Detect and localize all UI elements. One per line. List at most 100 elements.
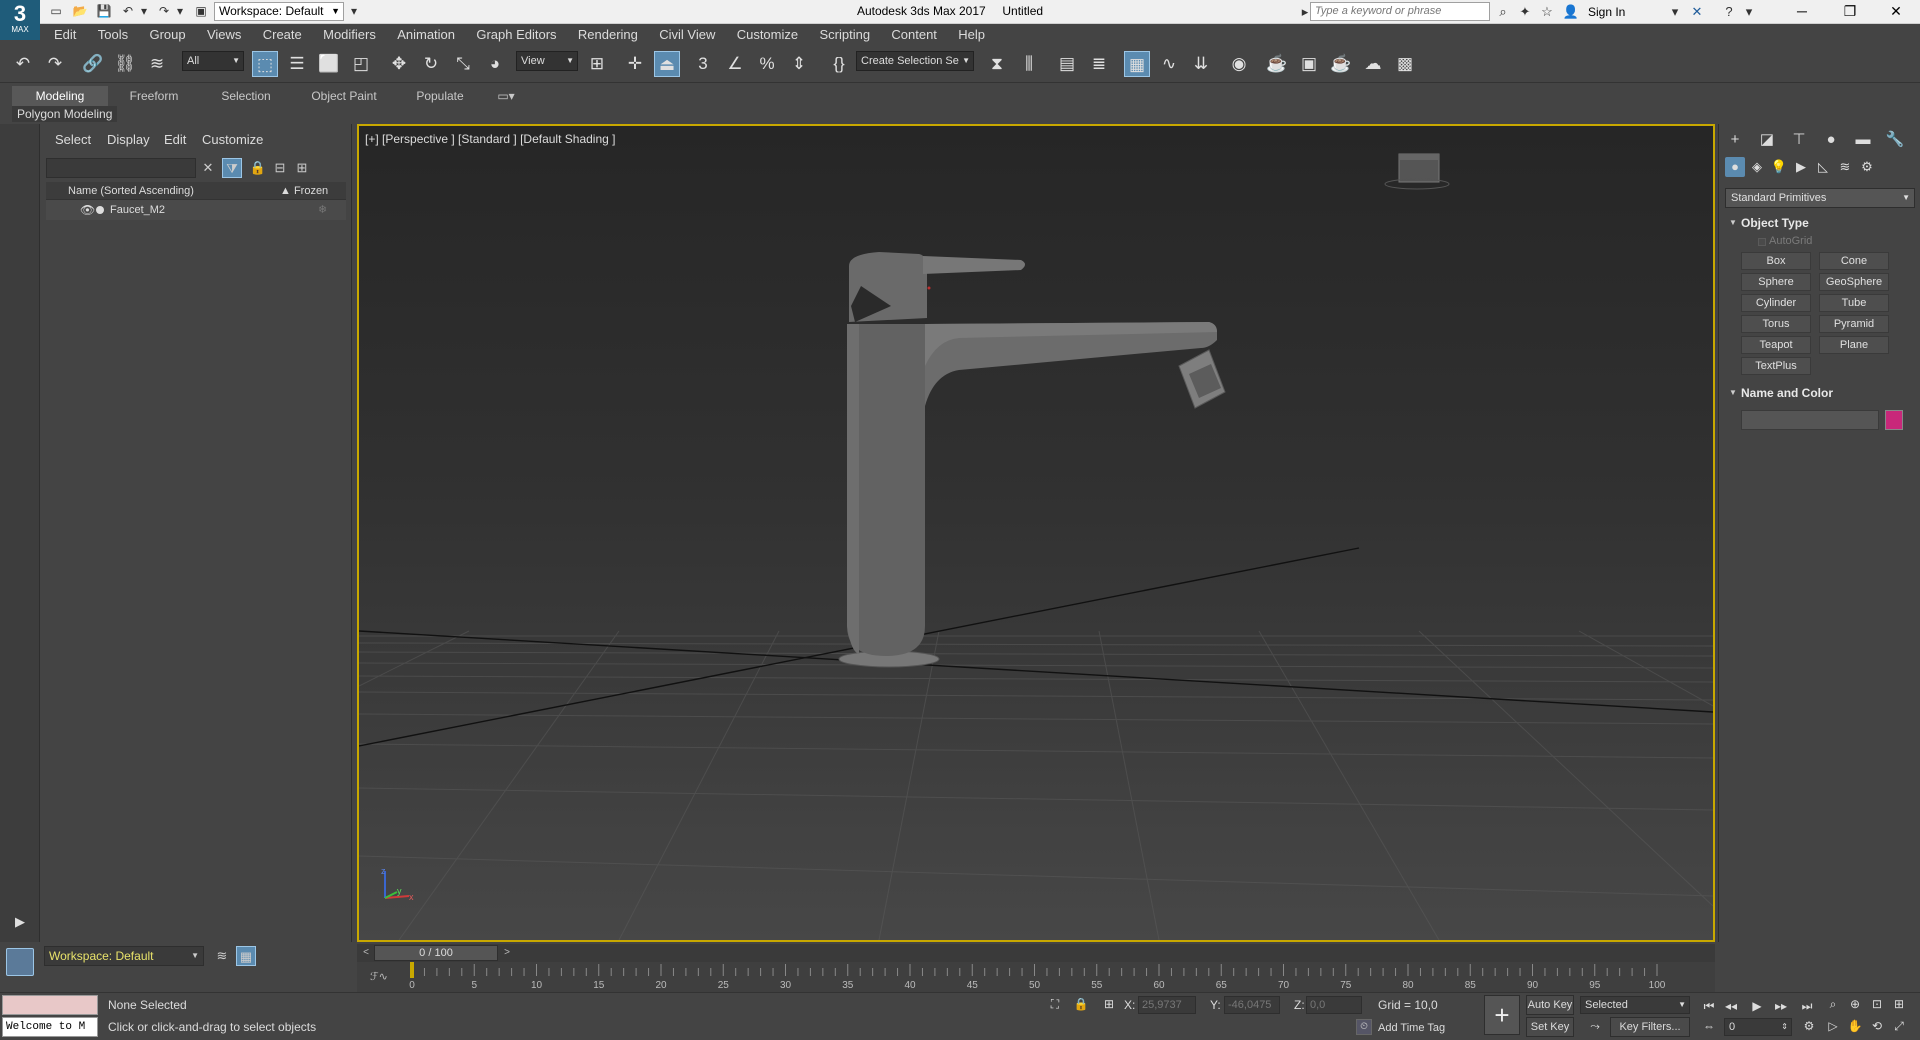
tube-button[interactable]: Tube xyxy=(1819,294,1889,312)
redo-icon[interactable]: ↷ xyxy=(156,4,172,19)
se-menu-select[interactable]: Select xyxy=(55,130,91,150)
edit-named-selection-icon[interactable]: {} xyxy=(826,51,852,77)
cylinder-button[interactable]: Cylinder xyxy=(1741,294,1811,312)
frozen-snowflake-icon[interactable]: ❄ xyxy=(318,200,327,220)
unlink-selection-icon[interactable]: ⛓ xyxy=(112,51,138,77)
selection-filter-dropdown[interactable]: All ▼ xyxy=(182,51,244,71)
menu-views[interactable]: Views xyxy=(198,24,250,46)
se-menu-customize[interactable]: Customize xyxy=(202,130,263,150)
pan-view-icon[interactable]: ✋ xyxy=(1846,1017,1864,1035)
angle-snap-icon[interactable]: ∠ xyxy=(722,51,748,77)
modify-tab-icon[interactable]: ◪ xyxy=(1755,128,1779,152)
autodesk-exchange-icon[interactable]: ✕ xyxy=(1688,3,1706,21)
search-input[interactable]: Type a keyword or phrase xyxy=(1310,2,1490,21)
new-scene-icon[interactable]: ▭ xyxy=(48,4,64,19)
autogrid-checkbox[interactable] xyxy=(1758,238,1766,246)
current-frame-marker[interactable] xyxy=(410,962,414,978)
help-icon[interactable]: ? xyxy=(1720,3,1738,21)
redo-icon[interactable]: ↷ xyxy=(42,51,68,77)
perspective-viewport[interactable]: [+] [Perspective ] [Standard ] [Default … xyxy=(357,124,1715,942)
time-configuration-icon[interactable]: ⚙ xyxy=(1800,1017,1818,1035)
scene-explorer-row[interactable]: 👁 Faucet_M2 ❄ xyxy=(46,200,346,220)
menu-animation[interactable]: Animation xyxy=(388,24,464,46)
maximize-viewport-icon[interactable]: ⤢ xyxy=(1890,1017,1908,1035)
application-menu-button[interactable]: 3 MAX xyxy=(0,0,40,40)
help-dropdown-icon[interactable]: ▾ xyxy=(1740,3,1758,21)
keyboard-shortcut-override-icon[interactable]: ⏏ xyxy=(654,51,680,77)
maxscript-mini-listener-top[interactable] xyxy=(2,995,98,1015)
column-frozen[interactable]: ▲ Frozen xyxy=(280,182,328,200)
set-keys-icon[interactable]: + xyxy=(1484,995,1520,1035)
auto-key-button[interactable]: Auto Key xyxy=(1526,995,1574,1015)
layer-icon[interactable]: ⊞ xyxy=(292,158,312,178)
field-of-view-icon[interactable]: ▷ xyxy=(1824,1017,1842,1035)
isolate-selection-icon[interactable]: ⛶ xyxy=(1046,995,1064,1013)
toggle-layer-explorer-icon[interactable]: ≣ xyxy=(1086,51,1112,77)
time-slider-thumb[interactable]: 0 / 100 xyxy=(374,945,498,961)
menu-edit[interactable]: Edit xyxy=(45,24,85,46)
previous-frame-icon[interactable]: ◂◂ xyxy=(1722,997,1740,1015)
shapes-category-icon[interactable]: ◈ xyxy=(1747,157,1767,177)
clear-search-icon[interactable]: ✕ xyxy=(198,158,218,178)
curve-editor-icon[interactable]: ∿ xyxy=(1156,51,1182,77)
select-object-icon[interactable]: ⬚ xyxy=(252,51,278,77)
manipulate-icon[interactable]: ✛ xyxy=(622,51,648,77)
zoom-extents-all-icon[interactable]: ⊞ xyxy=(1890,995,1908,1013)
go-to-end-icon[interactable]: ⏭ xyxy=(1798,997,1816,1015)
restore-button[interactable]: ❐ xyxy=(1828,0,1872,24)
pyramid-button[interactable]: Pyramid xyxy=(1819,315,1889,333)
create-tab-icon[interactable]: + xyxy=(1723,128,1747,152)
faucet-model[interactable] xyxy=(838,252,1226,668)
next-frame-icon[interactable]: ▸▸ xyxy=(1772,997,1790,1015)
ribbon-panel-polygon-modeling[interactable]: Polygon Modeling xyxy=(12,106,118,122)
z-coord-field[interactable]: 0,0 xyxy=(1306,996,1362,1014)
key-mode-dropdown[interactable]: Selected ▼ xyxy=(1580,996,1690,1014)
object-name-input[interactable] xyxy=(1741,410,1879,430)
ribbon-options-icon[interactable]: ▭▾ xyxy=(486,86,526,106)
close-button[interactable]: ✕ xyxy=(1874,0,1918,24)
time-tag-icon[interactable]: ⏲ xyxy=(1356,1019,1372,1035)
tab-object-paint[interactable]: Object Paint xyxy=(294,86,394,106)
object-color-swatch[interactable] xyxy=(1885,410,1903,430)
utilities-tab-icon[interactable]: 🔧 xyxy=(1883,128,1907,152)
curve-editor-mini-icon[interactable]: ℱ∿ xyxy=(370,970,388,983)
key-filters-button[interactable]: Key Filters... xyxy=(1610,1017,1690,1037)
zoom-icon[interactable]: ⌕ xyxy=(1824,995,1842,1013)
absolute-mode-icon[interactable]: ⊞ xyxy=(1100,995,1118,1013)
undo-dropdown-icon[interactable]: ▾ xyxy=(136,4,152,19)
reference-coordinate-dropdown[interactable]: View ▼ xyxy=(516,51,578,71)
lock-icon[interactable]: 🔒 xyxy=(248,158,268,178)
cameras-category-icon[interactable]: ▶ xyxy=(1791,157,1811,177)
tab-selection[interactable]: Selection xyxy=(200,86,292,106)
binoculars-icon[interactable]: ⌕ xyxy=(1494,3,1512,21)
sign-in-link[interactable]: Sign In xyxy=(1588,0,1625,24)
scale-icon[interactable]: ⤡ xyxy=(450,51,476,77)
open-file-icon[interactable]: 📂 xyxy=(72,4,88,19)
zoom-all-icon[interactable]: ⊕ xyxy=(1846,995,1864,1013)
geometry-category-icon[interactable]: ● xyxy=(1725,157,1745,177)
geosphere-button[interactable]: GeoSphere xyxy=(1819,273,1889,291)
render-in-cloud-icon[interactable]: ☁ xyxy=(1360,51,1386,77)
name-and-color-rollout-header[interactable]: ▼ Name and Color xyxy=(1725,384,1915,402)
filter-toggle-icon[interactable]: ⧩ xyxy=(222,158,242,178)
viewcube[interactable] xyxy=(1384,153,1450,190)
scene-explorer-toggle-icon[interactable]: ▦ xyxy=(236,946,256,966)
place-icon[interactable]: ◕ xyxy=(482,51,508,77)
align-icon[interactable]: ⫼ xyxy=(1016,51,1042,77)
teapot-button[interactable]: Teapot xyxy=(1741,336,1811,354)
cone-button[interactable]: Cone xyxy=(1819,252,1889,270)
space-warps-category-icon[interactable]: ≋ xyxy=(1835,157,1855,177)
rotate-icon[interactable]: ↻ xyxy=(418,51,444,77)
rectangular-selection-icon[interactable]: ⬜ xyxy=(316,51,342,77)
schematic-view-icon[interactable]: ⇊ xyxy=(1188,51,1214,77)
set-key-button[interactable]: Set Key xyxy=(1526,1017,1574,1037)
toggle-ribbon-icon[interactable]: ▦ xyxy=(1124,51,1150,77)
helpers-category-icon[interactable]: ◺ xyxy=(1813,157,1833,177)
toggle-scene-explorer-icon[interactable]: ▤ xyxy=(1054,51,1080,77)
y-coord-field[interactable]: -46,0475 xyxy=(1224,996,1280,1014)
layer-explorer-icon[interactable]: ≋ xyxy=(212,946,232,966)
menu-content[interactable]: Content xyxy=(882,24,946,46)
object-type-rollout-header[interactable]: ▼ Object Type xyxy=(1725,214,1915,232)
select-by-name-icon[interactable]: ☰ xyxy=(284,51,310,77)
orbit-icon[interactable]: ⟲ xyxy=(1868,1017,1886,1035)
